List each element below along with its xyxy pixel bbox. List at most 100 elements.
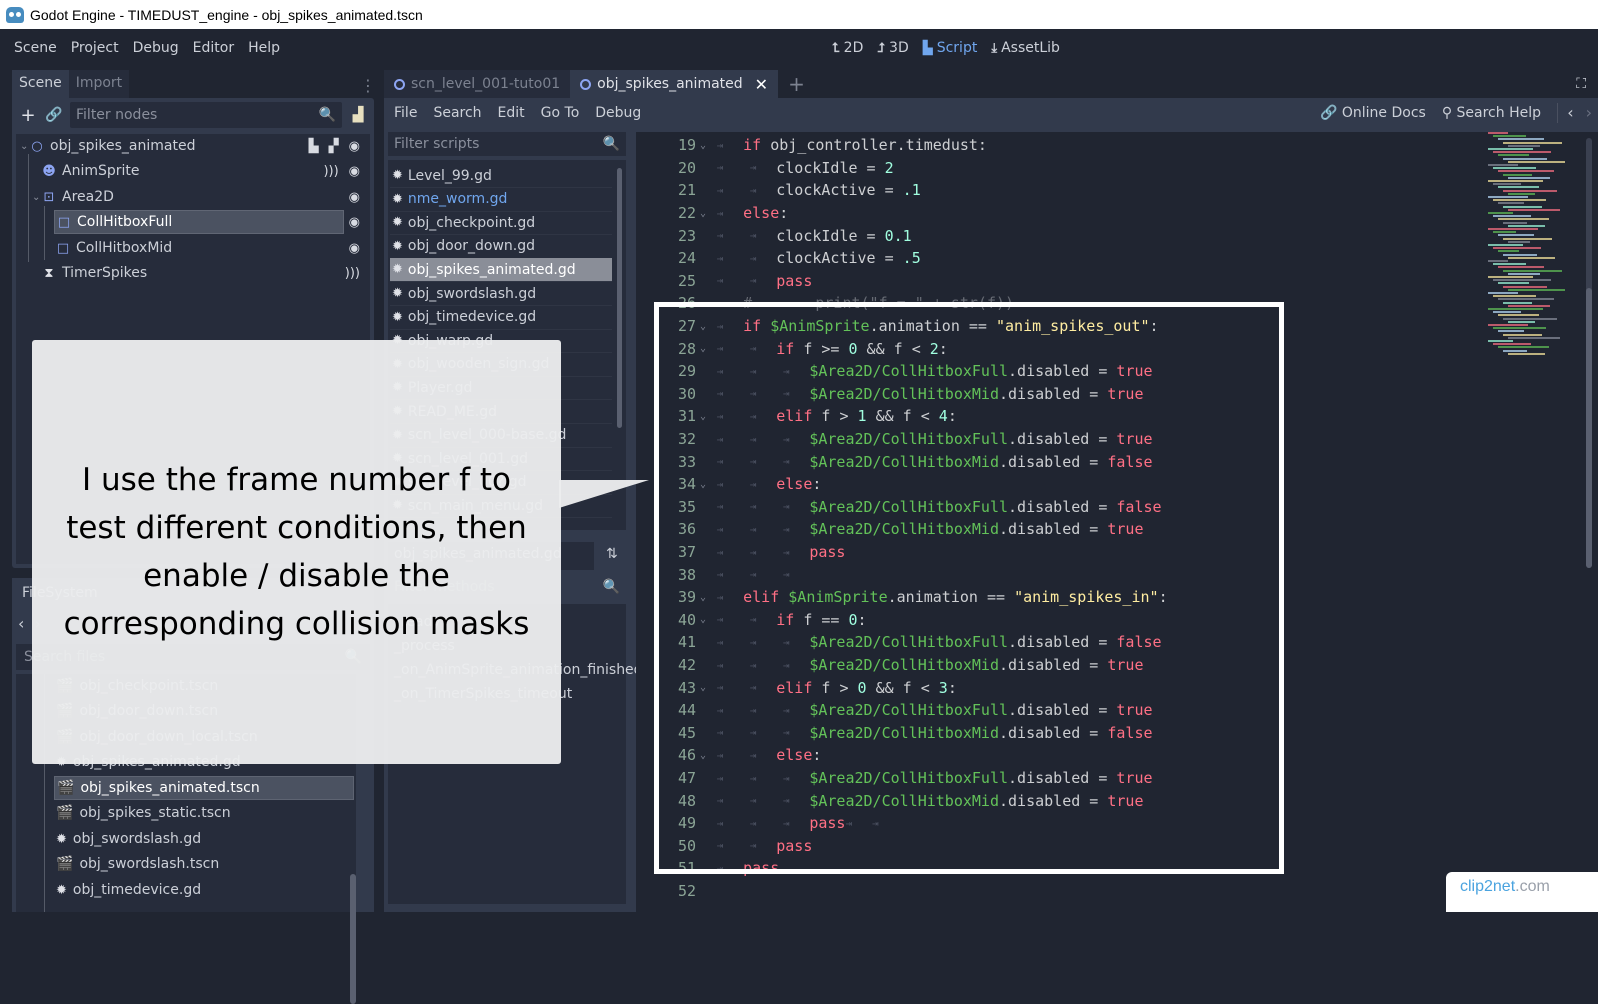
- tree-node-area2d[interactable]: ⌄ ⊡ Area2D ◉: [16, 185, 370, 209]
- code-line[interactable]: 37 ⇥ ⇥ ⇥ pass: [636, 541, 1476, 564]
- script-icon[interactable]: ▙: [309, 139, 319, 154]
- code-line[interactable]: 30 ⇥ ⇥ ⇥ $Area2D/CollHitboxMid .disabled …: [636, 383, 1476, 406]
- code-line[interactable]: 29 ⇥ ⇥ ⇥ $Area2D/CollHitboxFull .disabled…: [636, 360, 1476, 383]
- fold-chevron-icon[interactable]: ⌄: [696, 140, 710, 151]
- file-item[interactable]: ✹ obj_timedevice.gd: [54, 878, 354, 902]
- visibility-icon[interactable]: ◉: [349, 241, 360, 256]
- fold-chevron-icon[interactable]: ⌄: [696, 592, 710, 603]
- file-item[interactable]: 🎬 obj_swordslash.tscn: [54, 852, 354, 876]
- fold-chevron-icon[interactable]: ⌄: [696, 750, 710, 761]
- code-minimap[interactable]: [1488, 132, 1578, 362]
- code-scrollbar[interactable]: [1586, 138, 1592, 568]
- code-line[interactable]: 35 ⇥ ⇥ ⇥ $Area2D/CollHitboxFull .disabled…: [636, 496, 1476, 519]
- menu-project[interactable]: Project: [64, 40, 126, 56]
- workspace-tab-script[interactable]: ▙ Script: [923, 40, 978, 56]
- script-menu-goto[interactable]: Go To: [533, 105, 588, 121]
- filter-nodes-field[interactable]: 🔍: [70, 102, 342, 128]
- fs-scrollbar[interactable]: [350, 874, 356, 1004]
- file-item[interactable]: ✹ obj_swordslash.gd: [54, 827, 354, 851]
- code-line[interactable]: 25 ⇥ ⇥ pass: [636, 270, 1476, 293]
- code-line[interactable]: 32 ⇥ ⇥ ⇥ $Area2D/CollHitboxFull .disabled…: [636, 428, 1476, 451]
- workspace-tab-3d[interactable]: ⮥ 3D: [877, 40, 908, 56]
- code-line[interactable]: 41 ⇥ ⇥ ⇥ $Area2D/CollHitboxFull .disabled…: [636, 631, 1476, 654]
- file-item-selected[interactable]: 🎬 obj_spikes_animated.tscn: [54, 776, 354, 800]
- code-line[interactable]: 50 ⇥ ⇥ pass: [636, 835, 1476, 858]
- tree-node-collhitboxmid[interactable]: □ CollHitboxMid ◉: [16, 236, 370, 260]
- script-list-item[interactable]: ✹ nme_worm.gd: [390, 188, 612, 212]
- script-list-item[interactable]: ✹ obj_door_down.gd: [390, 235, 612, 259]
- tree-node-timerspikes[interactable]: ⧗ TimerSpikes ))): [16, 261, 370, 285]
- code-line[interactable]: 38 ⇥ ⇥ ⇥: [636, 563, 1476, 586]
- scene-tab[interactable]: scn_level_001-tuto01: [384, 70, 571, 98]
- menu-debug[interactable]: Debug: [126, 40, 186, 56]
- scene-tab-active[interactable]: obj_spikes_animated ✕: [570, 70, 779, 98]
- visibility-icon[interactable]: ◉: [349, 139, 360, 154]
- chevron-down-icon[interactable]: ⌄: [32, 192, 42, 203]
- attach-script-icon[interactable]: ▟: [348, 107, 368, 123]
- scrollbar-thumb[interactable]: [1586, 288, 1592, 568]
- code-line[interactable]: 28 ⌄ ⇥ ⇥ if f >= 0 && f < 2:: [636, 337, 1476, 360]
- workspace-tab-2d[interactable]: ⮤ 2D: [832, 40, 863, 56]
- code-line[interactable]: 43 ⌄ ⇥ ⇥ elif f > 0 && f < 3:: [636, 676, 1476, 699]
- add-scene-tab-button[interactable]: +: [778, 70, 815, 98]
- visibility-icon[interactable]: ◉: [349, 215, 360, 230]
- fold-chevron-icon[interactable]: ⌄: [696, 682, 710, 693]
- visibility-icon[interactable]: ◉: [349, 164, 360, 179]
- script-list-item[interactable]: ✹ Level_99.gd: [390, 164, 612, 188]
- code-line[interactable]: 52: [636, 880, 1476, 903]
- fold-chevron-icon[interactable]: ⌄: [696, 614, 710, 625]
- script-list-item[interactable]: ✹ obj_swordslash.gd: [390, 282, 612, 306]
- code-line[interactable]: 19 ⌄ ⇥ if obj_controller.timedust:: [636, 134, 1476, 157]
- code-line[interactable]: 39 ⌄ ⇥ elif $AnimSprite .animation == "ani…: [636, 586, 1476, 609]
- tree-node-collhitboxfull[interactable]: □ CollHitboxFull ◉: [16, 210, 370, 234]
- code-line[interactable]: 49 ⇥ ⇥ ⇥ pass ⇥ ⇥: [636, 812, 1476, 835]
- tree-node-animsprite[interactable]: ☻ AnimSprite ))) ◉: [16, 159, 370, 183]
- script-list-scrollbar[interactable]: [617, 168, 622, 428]
- menu-scene[interactable]: Scene: [7, 40, 64, 56]
- script-menu-edit[interactable]: Edit: [490, 105, 533, 121]
- signal-icon[interactable]: ))): [345, 266, 360, 281]
- code-line[interactable]: 47 ⇥ ⇥ ⇥ $Area2D/CollHitboxFull .disabled…: [636, 767, 1476, 790]
- tab-scene[interactable]: Scene: [12, 70, 69, 98]
- code-line[interactable]: 51 ⇥ pass: [636, 857, 1476, 880]
- instance-link-icon[interactable]: 🔗: [44, 107, 64, 123]
- code-line[interactable]: 34 ⌄ ⇥ ⇥ else:: [636, 473, 1476, 496]
- code-line[interactable]: 21 ⇥ ⇥ clockActive = .1: [636, 179, 1476, 202]
- code-line[interactable]: 40 ⌄ ⇥ ⇥ if f == 0:: [636, 609, 1476, 632]
- script-list-item[interactable]: ✹ obj_spikes_animated.gd: [390, 258, 612, 283]
- chevron-down-icon[interactable]: ⌄: [20, 141, 30, 152]
- code-line[interactable]: 36 ⇥ ⇥ ⇥ $Area2D/CollHitboxMid .disabled …: [636, 518, 1476, 541]
- script-menu-file[interactable]: File: [386, 105, 425, 121]
- fold-chevron-icon[interactable]: ⌄: [696, 411, 710, 422]
- code-line[interactable]: 27 ⌄ ⇥ if $AnimSprite .animation == "anim_…: [636, 315, 1476, 338]
- signal-icon[interactable]: ))): [323, 164, 338, 179]
- script-menu-search[interactable]: Search: [425, 105, 489, 121]
- history-back-icon[interactable]: ‹: [1567, 103, 1573, 122]
- tree-node-root[interactable]: ⌄ ○ obj_spikes_animated ▙ ▞ ◉: [16, 134, 370, 158]
- code-line[interactable]: 46 ⌄ ⇥ ⇥ else:: [636, 744, 1476, 767]
- script-menu-debug[interactable]: Debug: [587, 105, 649, 121]
- code-line[interactable]: 31 ⌄ ⇥ ⇥ elif f > 1 && f < 4:: [636, 405, 1476, 428]
- file-item[interactable]: 🎬 obj_spikes_static.tscn: [54, 801, 354, 825]
- sort-icon[interactable]: ⇅: [606, 546, 618, 562]
- tab-import[interactable]: Import: [68, 70, 130, 98]
- code-line[interactable]: 20 ⇥ ⇥ clockIdle = 2: [636, 157, 1476, 180]
- code-line[interactable]: 22 ⌄ ⇥ else:: [636, 202, 1476, 225]
- fold-chevron-icon[interactable]: ⌄: [696, 321, 710, 332]
- filter-nodes-input[interactable]: [76, 107, 276, 123]
- fold-chevron-icon[interactable]: ⌄: [696, 343, 710, 354]
- script-list-item[interactable]: ✹ obj_checkpoint.gd: [390, 211, 612, 236]
- filter-scripts-field[interactable]: Filter scripts 🔍: [388, 132, 626, 156]
- add-node-icon[interactable]: +: [18, 105, 38, 126]
- workspace-tab-assetlib[interactable]: ⤓ AssetLib: [991, 40, 1060, 56]
- code-line[interactable]: 24 ⇥ ⇥ clockActive = .5: [636, 247, 1476, 270]
- menu-editor[interactable]: Editor: [186, 40, 241, 56]
- code-line[interactable]: 26 ⇥ # print("f = " + str(f)): [636, 292, 1476, 315]
- code-line[interactable]: 44 ⇥ ⇥ ⇥ $Area2D/CollHitboxFull .disabled…: [636, 699, 1476, 722]
- code-line[interactable]: 48 ⇥ ⇥ ⇥ $Area2D/CollHitboxMid .disabled …: [636, 789, 1476, 812]
- menu-help[interactable]: Help: [241, 40, 287, 56]
- code-line[interactable]: 42 ⇥ ⇥ ⇥ $Area2D/CollHitboxMid .disabled …: [636, 654, 1476, 677]
- fold-chevron-icon[interactable]: ⌄: [696, 479, 710, 490]
- visibility-icon[interactable]: ◉: [349, 190, 360, 205]
- code-line[interactable]: 33 ⇥ ⇥ ⇥ $Area2D/CollHitboxMid .disabled …: [636, 450, 1476, 473]
